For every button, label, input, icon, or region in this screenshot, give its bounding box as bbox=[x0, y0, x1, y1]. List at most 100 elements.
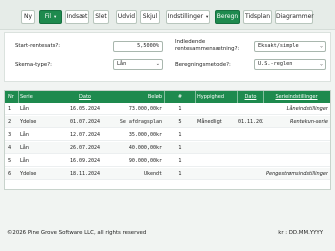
row-amount[interactable]: 40.000,00kr bbox=[110, 142, 162, 154]
row-date[interactable]: 16.05.2024 bbox=[60, 103, 110, 115]
row-amount[interactable]: 90.000,00kr bbox=[110, 155, 162, 167]
row-number[interactable]: 5 bbox=[8, 155, 17, 167]
new-button[interactable]: Ny bbox=[21, 10, 35, 24]
column-header-beloeb[interactable]: Beløb bbox=[110, 91, 162, 103]
insert-button[interactable]: Indsæt bbox=[65, 10, 89, 24]
row-number[interactable]: 4 bbox=[8, 142, 17, 154]
new-button-label: Ny bbox=[23, 13, 33, 20]
row-series[interactable]: Lån bbox=[20, 155, 60, 167]
delete-button-label: Slet bbox=[95, 13, 107, 20]
row-settings[interactable]: Låneindstillinger bbox=[265, 103, 328, 115]
table-row[interactable]: 5 Lån 16.09.2024 90.000,00kr 1 bbox=[5, 155, 330, 167]
schedule-type-label: Skema-type?: bbox=[15, 62, 52, 68]
row-amount[interactable]: Ukendt bbox=[110, 168, 162, 180]
column-header-nr[interactable]: Nr bbox=[8, 91, 17, 103]
chevron-down-icon: ⌄ bbox=[155, 61, 160, 67]
row-amount[interactable]: Se afdragsplan bbox=[110, 116, 162, 128]
file-menu-label: Fil bbox=[44, 13, 52, 20]
table-row[interactable]: 3 Lån 12.07.2024 35.000,00kr 1 bbox=[5, 129, 330, 141]
expand-button[interactable]: Udvid bbox=[116, 10, 137, 24]
row-end-date[interactable] bbox=[238, 129, 263, 141]
row-count[interactable]: 1 bbox=[165, 142, 195, 154]
copyright-text: ©2026 Pine Grove Software LLC, all right… bbox=[7, 230, 147, 236]
row-end-date[interactable] bbox=[238, 155, 263, 167]
row-settings[interactable] bbox=[265, 142, 328, 154]
row-number[interactable]: 6 bbox=[8, 168, 17, 180]
row-count[interactable]: 5 bbox=[165, 116, 195, 128]
row-number[interactable]: 3 bbox=[8, 129, 17, 141]
row-series[interactable]: Lån bbox=[20, 129, 60, 141]
calculate-button[interactable]: Beregn bbox=[215, 10, 240, 24]
charts-button[interactable]: Diagrammer bbox=[275, 10, 314, 24]
row-date[interactable]: 26.07.2024 bbox=[60, 142, 110, 154]
row-count[interactable]: 1 bbox=[165, 168, 195, 180]
settings-menu-button[interactable]: Indstillinger ▾ bbox=[166, 10, 210, 24]
row-date[interactable]: 16.09.2024 bbox=[60, 155, 110, 167]
row-end-date[interactable] bbox=[238, 103, 263, 115]
table-row[interactable]: 4 Lån 26.07.2024 40.000,00kr 1 bbox=[5, 142, 330, 154]
chevron-down-icon: ⌄ bbox=[319, 43, 323, 49]
row-date[interactable]: 12.07.2024 bbox=[60, 129, 110, 141]
chevron-down-icon: ▾ bbox=[205, 15, 209, 20]
row-date[interactable]: 18.11.2024 bbox=[60, 168, 110, 180]
chevron-down-icon: ▾ bbox=[54, 15, 57, 20]
schedule-button-label: Tidsplan bbox=[244, 13, 271, 20]
row-number[interactable]: 1 bbox=[8, 103, 17, 115]
collapse-button-label: Skjul bbox=[142, 13, 158, 20]
row-settings[interactable] bbox=[265, 155, 328, 167]
column-header-end-date[interactable]: Dato bbox=[238, 91, 263, 103]
charts-button-label: Diagrammer bbox=[276, 13, 314, 20]
row-settings[interactable]: Rentekun-serie bbox=[265, 116, 328, 128]
row-amount[interactable]: 73.000,00kr bbox=[110, 103, 162, 115]
column-header-frequency[interactable]: Hyppighed bbox=[197, 91, 237, 103]
chevron-down-icon: ⌄ bbox=[319, 61, 323, 67]
row-frequency[interactable] bbox=[197, 129, 237, 141]
row-number[interactable]: 2 bbox=[8, 116, 17, 128]
row-end-date[interactable]: 01.11.2024 bbox=[238, 116, 263, 128]
row-settings[interactable] bbox=[265, 129, 328, 141]
column-header-number[interactable]: # bbox=[165, 91, 195, 103]
table-row[interactable]: 6 Ydelse 18.11.2024 Ukendt 1 Pengestrømsindst… bbox=[5, 168, 330, 180]
row-count[interactable]: 1 bbox=[165, 129, 195, 141]
expand-button-label: Udvid bbox=[117, 13, 136, 20]
start-rate-input[interactable]: 5,5000% bbox=[113, 41, 163, 52]
initial-compounding-select[interactable]: Eksakt/simple ⌄ bbox=[254, 41, 326, 52]
row-series[interactable]: Lån bbox=[20, 103, 60, 115]
settings-menu-label: Indstillinger bbox=[167, 13, 204, 20]
start-rate-label: Start-rentesats?: bbox=[15, 43, 61, 49]
footer: ©2026 Pine Grove Software LLC, all right… bbox=[0, 228, 335, 240]
row-frequency[interactable] bbox=[197, 168, 237, 180]
row-frequency[interactable] bbox=[197, 142, 237, 154]
column-header-serie[interactable]: Serie bbox=[20, 91, 60, 103]
file-menu-button[interactable]: Fil ▾ bbox=[39, 10, 62, 24]
row-end-date[interactable] bbox=[238, 168, 263, 180]
row-count[interactable]: 1 bbox=[165, 103, 195, 115]
row-frequency[interactable]: Månedligt bbox=[197, 116, 237, 128]
row-frequency[interactable] bbox=[197, 155, 237, 167]
row-settings[interactable]: Pengestrømsindstillinger bbox=[265, 168, 328, 180]
row-series[interactable]: Ydelse bbox=[20, 116, 60, 128]
column-header-dato[interactable]: Dato bbox=[60, 91, 110, 103]
delete-button[interactable]: Slet bbox=[93, 10, 109, 24]
row-amount[interactable]: 35.000,00kr bbox=[110, 129, 162, 141]
table-row[interactable]: 2 Ydelse 01.07.2024 Se afdragsplan 5 Månedlig… bbox=[5, 116, 330, 128]
row-frequency[interactable] bbox=[197, 103, 237, 115]
collapse-button[interactable]: Skjul bbox=[140, 10, 160, 24]
table-row[interactable]: 1 Lån 16.05.2024 73.000,00kr 1 Låneindstillin… bbox=[5, 103, 330, 115]
initial-compounding-label-line2: rentesammensætning?: bbox=[175, 45, 240, 52]
column-header-series-settings[interactable]: Serieindstillinger bbox=[265, 91, 328, 103]
format-indicator[interactable]: kr : DD.MM.YYYY bbox=[278, 230, 323, 237]
row-series[interactable]: Lån bbox=[20, 142, 60, 154]
calculate-button-label: Beregn bbox=[216, 13, 239, 20]
row-count[interactable]: 1 bbox=[165, 155, 195, 167]
toolbar: Ny Fil ▾ Indsæt Slet Udvid Skjul Indstil… bbox=[0, 0, 335, 30]
row-series[interactable]: Ydelse bbox=[20, 168, 60, 180]
calculation-method-select[interactable]: U.S.-reglen ⌄ bbox=[254, 59, 326, 70]
schedule-button[interactable]: Tidsplan bbox=[243, 10, 272, 24]
row-end-date[interactable] bbox=[238, 142, 263, 154]
schedule-type-value: Lån bbox=[117, 61, 127, 67]
initial-compounding-label: Indledende rentesammensætning?: bbox=[175, 39, 239, 52]
initial-compounding-value: Eksakt/simple bbox=[258, 43, 299, 49]
row-date[interactable]: 01.07.2024 bbox=[60, 116, 110, 128]
schedule-type-select[interactable]: Lån ⌄ bbox=[113, 59, 163, 70]
